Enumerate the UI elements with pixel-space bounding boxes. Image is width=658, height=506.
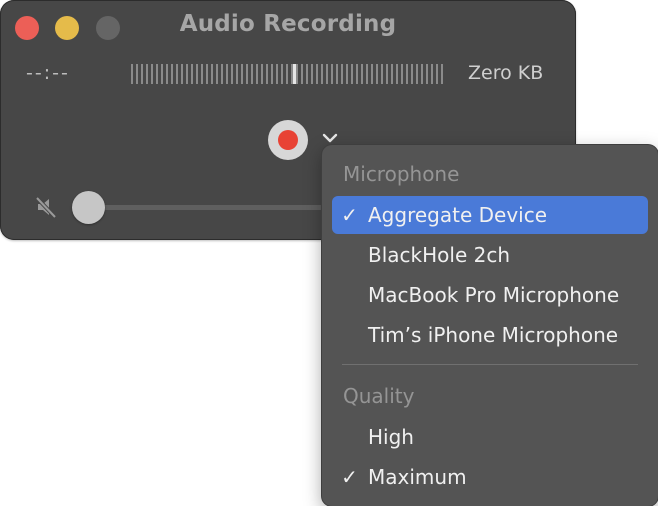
chevron-down-icon[interactable]	[321, 131, 339, 145]
menu-item-label: Aggregate Device	[368, 203, 548, 227]
record-button[interactable]	[268, 120, 308, 160]
menu-item-label: Maximum	[368, 465, 467, 489]
menu-item-macbook-pro-microphone[interactable]: MacBook Pro Microphone	[332, 276, 648, 314]
audio-level-indicator	[293, 64, 297, 84]
mute-icon[interactable]	[33, 193, 61, 221]
window-title: Audio Recording	[179, 11, 397, 37]
menu-item-aggregate-device[interactable]: ✓ Aggregate Device	[332, 196, 648, 234]
menu-item-tims-iphone-microphone[interactable]: Tim’s iPhone Microphone	[332, 316, 648, 354]
menu-item-label: High	[368, 425, 414, 449]
checkmark-icon: ✓	[341, 203, 358, 227]
volume-slider[interactable]	[84, 205, 324, 210]
menu-header-quality: Quality	[343, 384, 415, 408]
menu-item-blackhole-2ch[interactable]: BlackHole 2ch	[332, 236, 648, 274]
menu-item-label: MacBook Pro Microphone	[368, 283, 620, 307]
menu-item-label: BlackHole 2ch	[368, 243, 511, 267]
menu-separator	[342, 364, 638, 365]
checkmark-icon: ✓	[341, 465, 358, 489]
volume-slider-thumb[interactable]	[72, 191, 105, 224]
menu-header-microphone: Microphone	[343, 162, 460, 186]
menu-item-quality-high[interactable]: High	[332, 418, 648, 456]
file-size: Zero KB	[468, 62, 544, 84]
menu-item-quality-maximum[interactable]: ✓ Maximum	[332, 458, 648, 496]
menu-item-label: Tim’s iPhone Microphone	[368, 323, 619, 347]
recording-options-menu: Microphone ✓ Aggregate Device BlackHole …	[322, 145, 658, 506]
screen: Audio Recording --:-- Zero KB Microphone…	[0, 0, 658, 506]
record-icon	[278, 130, 298, 150]
audio-level-meter	[131, 64, 445, 84]
elapsed-time: --:--	[26, 62, 70, 84]
